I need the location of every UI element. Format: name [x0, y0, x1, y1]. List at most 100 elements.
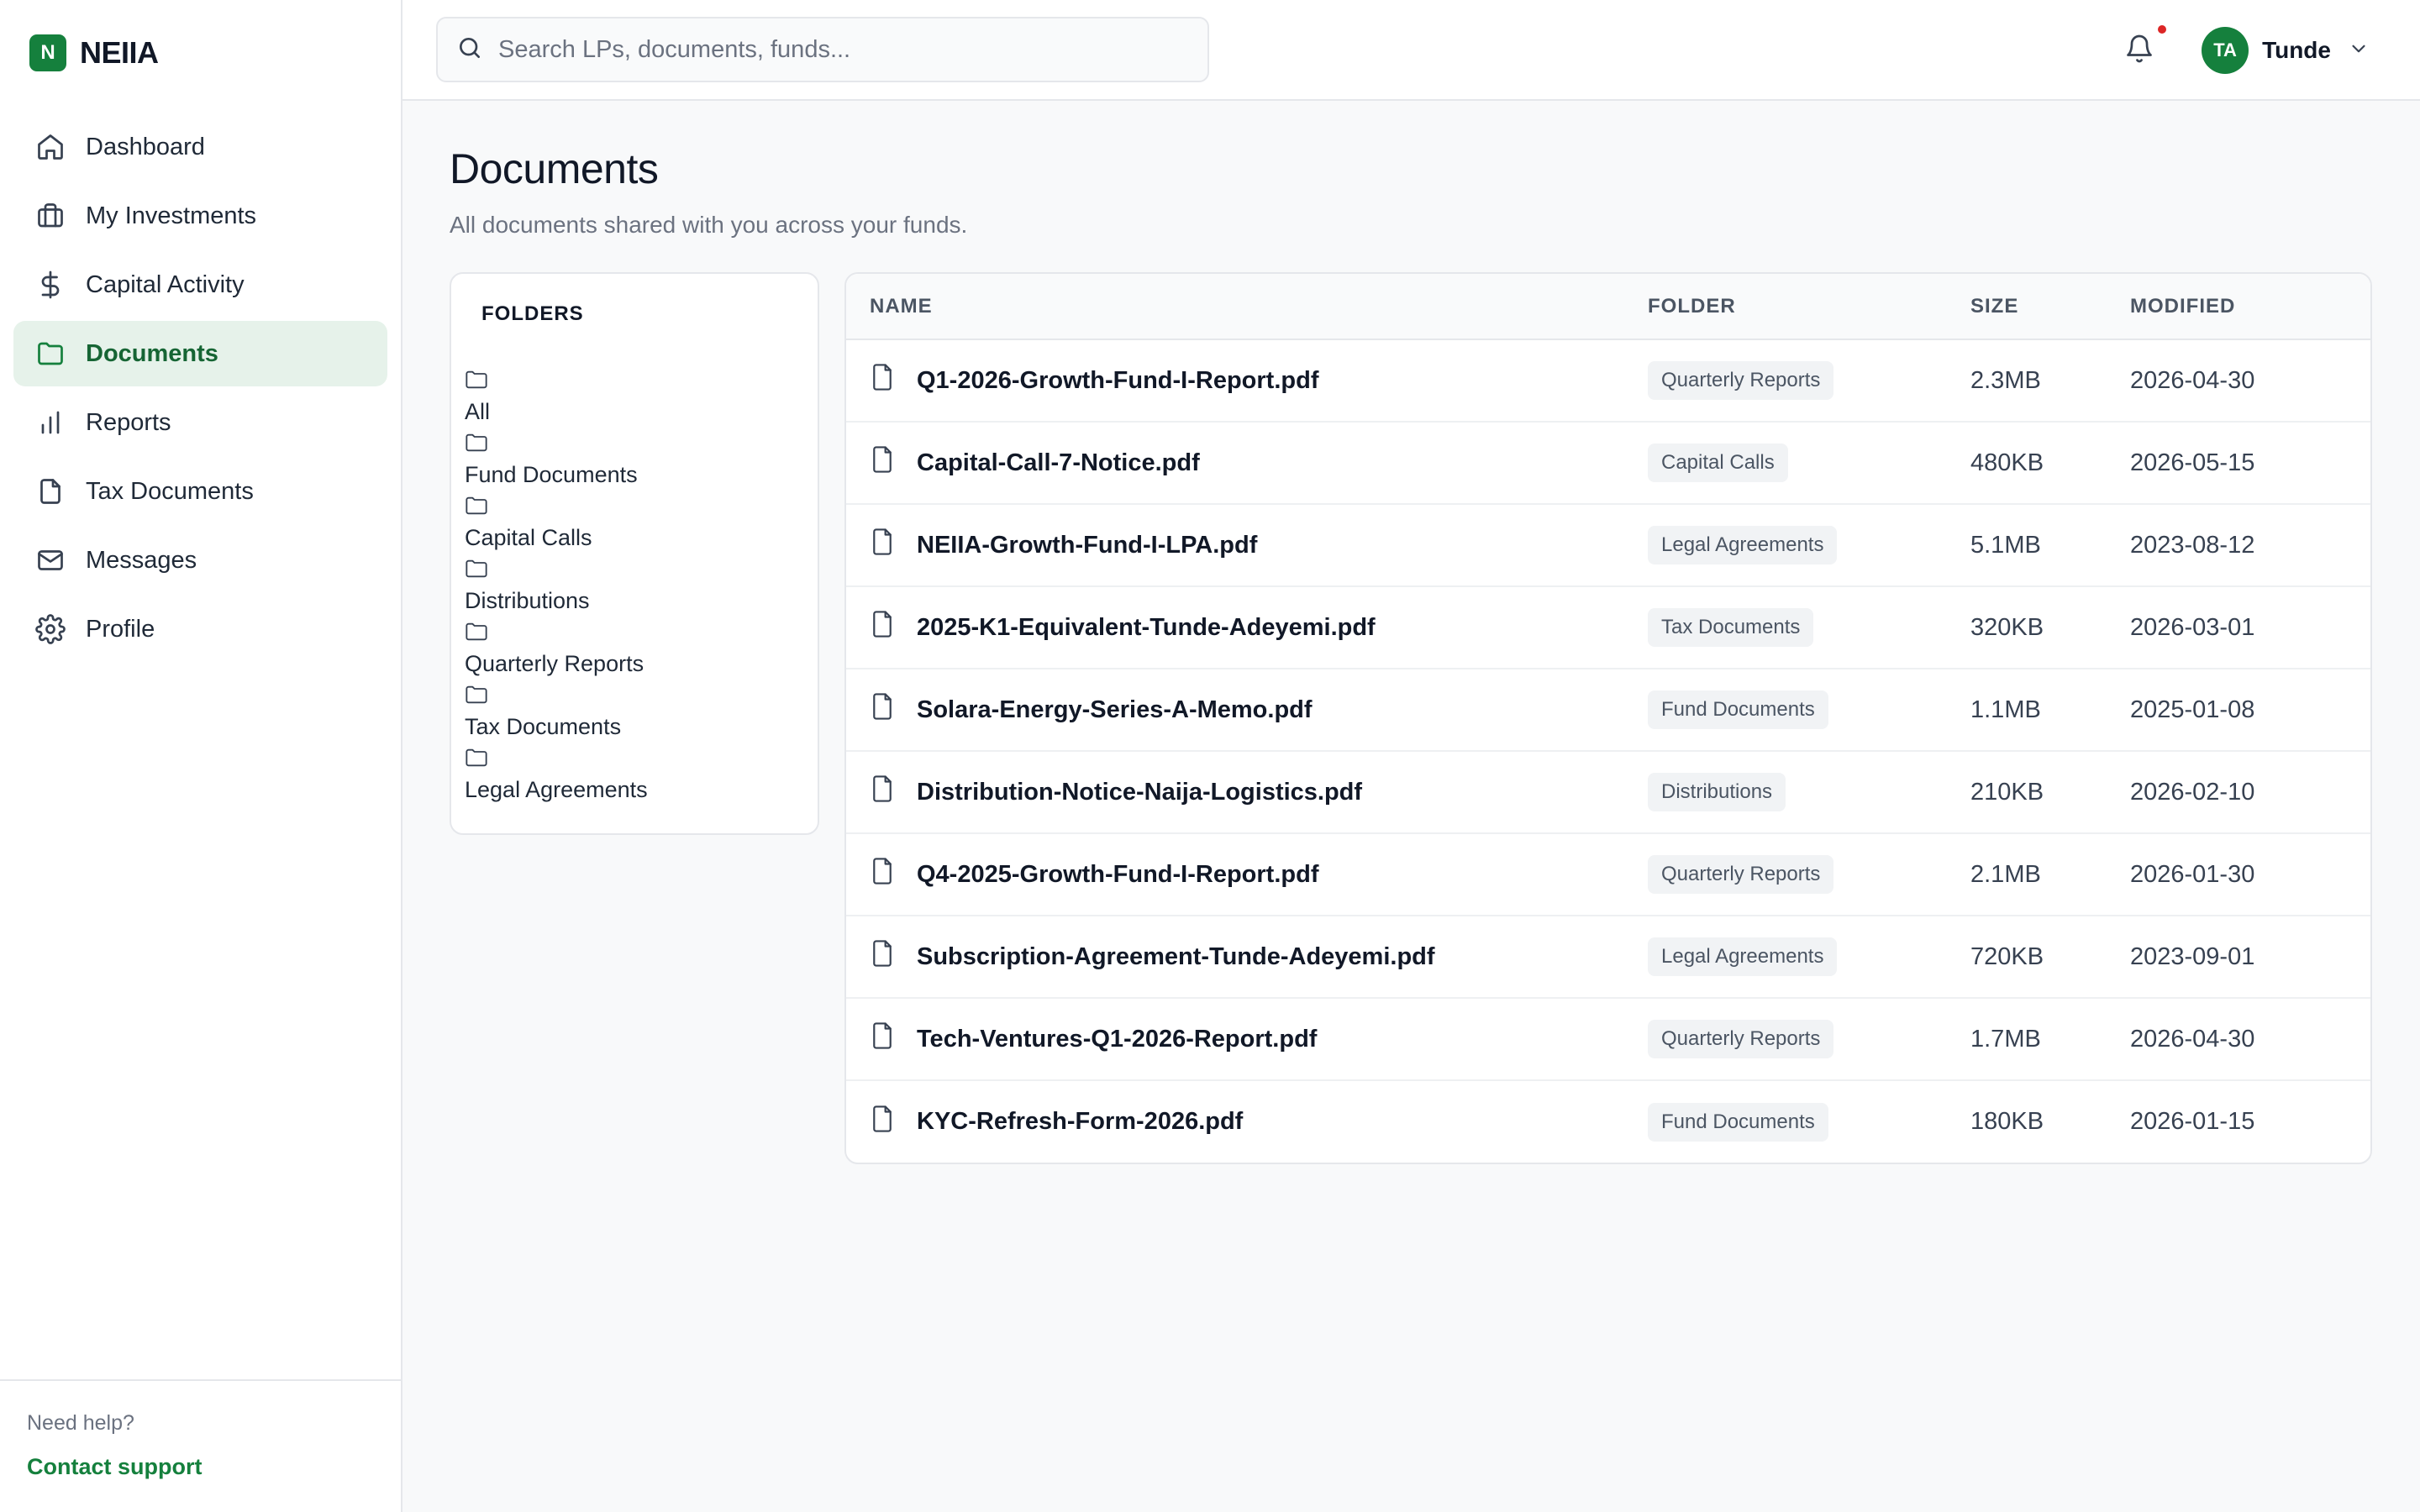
folder-item-legal-agreements[interactable]: Legal Agreements [465, 748, 804, 811]
header-folder[interactable]: FOLDER [1648, 274, 1970, 340]
sidebar-item-capital-activity[interactable]: Capital Activity [13, 252, 387, 318]
cell-folder: Fund Documents [1648, 669, 1970, 752]
folder-item-fund-documents[interactable]: Fund Documents [465, 433, 804, 496]
sidebar-item-tax-documents[interactable]: Tax Documents [13, 459, 387, 524]
folder-tag: Quarterly Reports [1648, 1020, 1834, 1058]
folder-icon [465, 622, 804, 646]
folders-panel: FOLDERS All Fund Documents Capital Calls Di… [450, 272, 819, 835]
sidebar-item-dashboard[interactable]: Dashboard [13, 114, 387, 180]
folder-icon [465, 496, 804, 520]
cell-folder: Quarterly Reports [1648, 833, 1970, 916]
mail-icon [35, 545, 66, 575]
table-row[interactable]: Subscription-Agreement-Tunde-Adeyemi.pdf… [846, 916, 2370, 999]
cell-name: Distribution-Notice-Naija-Logistics.pdf [846, 751, 1648, 834]
folder-item-distributions[interactable]: Distributions [465, 559, 804, 622]
file-icon [870, 692, 917, 727]
folder-icon [35, 339, 66, 369]
document-link[interactable]: KYC-Refresh-Form-2026.pdf [870, 1105, 1648, 1140]
document-link[interactable]: Capital-Call-7-Notice.pdf [870, 445, 1648, 480]
table-row[interactable]: Capital-Call-7-Notice.pdf Capital Calls 48… [846, 422, 2370, 505]
document-link[interactable]: Q1-2026-Growth-Fund-I-Report.pdf [870, 363, 1648, 398]
document-link[interactable]: Solara-Energy-Series-A-Memo.pdf [870, 692, 1648, 727]
folder-name: Capital Calls [465, 525, 592, 550]
table-row[interactable]: Solara-Energy-Series-A-Memo.pdf Fund Docu… [846, 669, 2370, 752]
page-subtitle: All documents shared with you across you… [450, 212, 968, 238]
document-name: Solara-Energy-Series-A-Memo.pdf [917, 696, 1313, 723]
folder-icon [465, 748, 804, 772]
table-row[interactable]: Q4-2025-Growth-Fund-I-Report.pdf Quarterl… [846, 833, 2370, 916]
cell-modified: 2023-09-01 [2130, 916, 2370, 999]
folder-tag: Fund Documents [1648, 1102, 1828, 1142]
folder-item-tax-documents[interactable]: Tax Documents [465, 685, 804, 748]
header-name[interactable]: NAME [846, 274, 1648, 340]
table-header-row: NAME FOLDER SIZE MODIFIED [846, 274, 2370, 340]
sidebar-item-label: Capital Activity [86, 270, 245, 298]
sidebar-item-my-investments[interactable]: My Investments [13, 183, 387, 249]
cell-modified: 2026-05-15 [2130, 422, 2370, 505]
contact-support-link[interactable]: Contact support [27, 1454, 374, 1480]
user-name[interactable]: Tunde [2262, 37, 2331, 64]
brand[interactable]: N NEIIA [0, 0, 401, 106]
search-box[interactable] [436, 17, 1209, 82]
table-row[interactable]: NEIIA-Growth-Fund-I-LPA.pdf Legal Agreeme… [846, 504, 2370, 587]
sidebar-item-profile[interactable]: Profile [13, 596, 387, 662]
file-icon [870, 528, 917, 563]
sidebar-item-documents[interactable]: Documents [13, 321, 387, 386]
document-link[interactable]: Tech-Ventures-Q1-2026-Report.pdf [870, 1021, 1648, 1057]
document-link[interactable]: Q4-2025-Growth-Fund-I-Report.pdf [870, 857, 1648, 892]
document-name: NEIIA-Growth-Fund-I-LPA.pdf [917, 531, 1258, 559]
folder-icon [465, 559, 804, 583]
document-link[interactable]: Subscription-Agreement-Tunde-Adeyemi.pdf [870, 939, 1648, 974]
header-modified[interactable]: MODIFIED [2130, 274, 2370, 340]
folder-name: Distributions [465, 588, 590, 613]
search-input[interactable] [498, 35, 1187, 64]
main-area: TA Tunde Documents All documents shared … [402, 0, 2420, 1512]
file-icon [870, 774, 917, 810]
header-size[interactable]: SIZE [1970, 274, 2130, 340]
sidebar-item-reports[interactable]: Reports [13, 390, 387, 455]
avatar[interactable]: TA [2202, 27, 2249, 74]
document-name: Tech-Ventures-Q1-2026-Report.pdf [917, 1025, 1318, 1053]
sidebar-footer: Need help? Contact support [0, 1379, 401, 1512]
table-row[interactable]: KYC-Refresh-Form-2026.pdf Fund Documents 1… [846, 1080, 2370, 1163]
document-name: Q1-2026-Growth-Fund-I-Report.pdf [917, 366, 1319, 394]
topbar: TA Tunde [402, 0, 2420, 101]
cell-folder: Capital Calls [1648, 422, 1970, 505]
folder-icon [465, 685, 804, 709]
cell-folder: Fund Documents [1648, 1080, 1970, 1163]
table-row[interactable]: Tech-Ventures-Q1-2026-Report.pdf Quarterl… [846, 998, 2370, 1081]
folder-item-capital-calls[interactable]: Capital Calls [465, 496, 804, 559]
sidebar-item-messages[interactable]: Messages [13, 528, 387, 593]
folder-item-all[interactable]: All [465, 370, 804, 433]
cell-name: Q4-2025-Growth-Fund-I-Report.pdf [846, 833, 1648, 916]
document-link[interactable]: Distribution-Notice-Naija-Logistics.pdf [870, 774, 1648, 810]
cell-name: KYC-Refresh-Form-2026.pdf [846, 1080, 1648, 1163]
help-text: Need help? [27, 1411, 134, 1435]
cell-modified: 2023-08-12 [2130, 504, 2370, 587]
document-link[interactable]: 2025-K1-Equivalent-Tunde-Adeyemi.pdf [870, 610, 1648, 645]
sidebar-item-label: Reports [86, 408, 171, 436]
folder-item-quarterly-reports[interactable]: Quarterly Reports [465, 622, 804, 685]
cell-folder: Distributions [1648, 751, 1970, 834]
folder-tag: Distributions [1648, 773, 1786, 811]
folder-tag: Legal Agreements [1648, 526, 1838, 564]
folder-tag: Quarterly Reports [1648, 361, 1834, 400]
cell-size: 320KB [1970, 586, 2130, 669]
table-row[interactable]: Q1-2026-Growth-Fund-I-Report.pdf Quarterl… [846, 339, 2370, 423]
cell-size: 1.7MB [1970, 998, 2130, 1081]
sidebar: N NEIIA Dashboard My Investments Capital A… [0, 0, 402, 1512]
document-link[interactable]: NEIIA-Growth-Fund-I-LPA.pdf [870, 528, 1648, 563]
folder-tag: Capital Calls [1648, 444, 1788, 482]
folder-name: All [465, 399, 491, 424]
cell-size: 210KB [1970, 751, 2130, 834]
table-row[interactable]: 2025-K1-Equivalent-Tunde-Adeyemi.pdf Tax … [846, 586, 2370, 669]
notifications-button[interactable] [2121, 25, 2167, 69]
sidebar-item-label: Messages [86, 546, 197, 574]
folder-name: Tax Documents [465, 714, 622, 739]
chevron-down-icon[interactable] [2331, 38, 2370, 64]
file-icon [870, 1021, 917, 1057]
folder-tag: Quarterly Reports [1648, 855, 1834, 894]
folder-icon [465, 370, 804, 394]
table-row[interactable]: Distribution-Notice-Naija-Logistics.pdf D… [846, 751, 2370, 834]
cell-folder: Legal Agreements [1648, 504, 1970, 587]
